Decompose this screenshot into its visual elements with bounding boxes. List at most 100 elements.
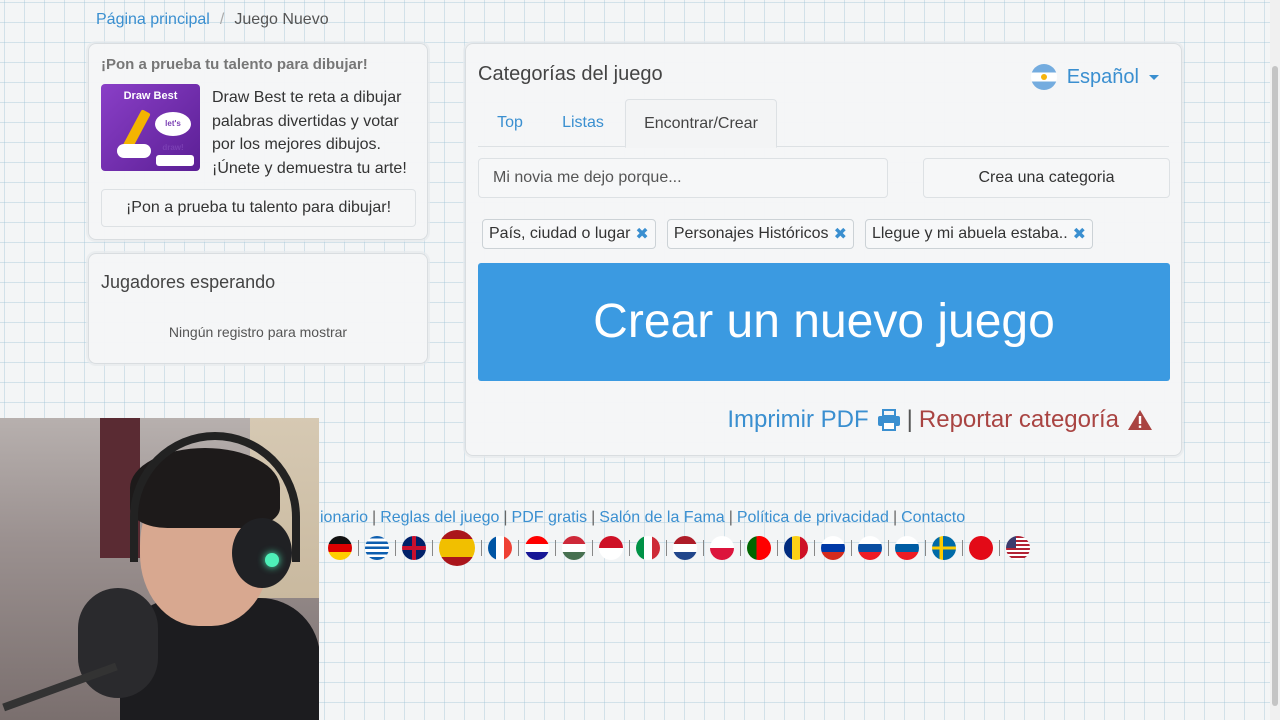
tab-top[interactable]: Top (478, 99, 542, 147)
flag-se-icon[interactable] (932, 536, 956, 560)
remove-icon[interactable]: ✖ (635, 224, 648, 244)
remove-icon[interactable]: ✖ (1073, 224, 1086, 244)
flag-gb-icon[interactable] (402, 536, 426, 560)
footer-link-rules[interactable]: Reglas del juego (380, 509, 499, 526)
flag-separator (962, 540, 963, 556)
flag-separator (592, 540, 593, 556)
flag-us-icon[interactable] (1006, 536, 1030, 560)
draw-best-logo-text: Draw Best (123, 90, 178, 102)
tab-encontrar-crear[interactable]: Encontrar/Crear (625, 99, 777, 148)
printer-icon (877, 409, 900, 431)
flag-pl-icon[interactable] (710, 536, 734, 560)
category-search-input[interactable] (478, 158, 888, 198)
flag-separator (518, 540, 519, 556)
category-tabs: Top Listas Encontrar/Crear (478, 99, 1169, 148)
players-title: Jugadores esperando (101, 272, 276, 292)
flag-hu-icon[interactable] (562, 536, 586, 560)
flag-separator (666, 540, 667, 556)
page-scrollbar[interactable] (1270, 0, 1280, 720)
microphone-icon (78, 588, 158, 698)
flag-separator (925, 540, 926, 556)
flag-separator (777, 540, 778, 556)
flag-it-icon[interactable] (636, 536, 660, 560)
flag-separator (888, 540, 889, 556)
promo-button[interactable]: ¡Pon a prueba tu talento para dibujar! (101, 189, 416, 227)
flag-nl-icon[interactable] (673, 536, 697, 560)
brand-badge (156, 155, 194, 166)
flag-separator (358, 540, 359, 556)
flag-separator (999, 540, 1000, 556)
footer-separator: | (503, 509, 508, 526)
promo-description: Draw Best te reta a dibujar palabras div… (212, 89, 407, 177)
flag-hr-icon[interactable] (525, 536, 549, 560)
flag-tr-icon[interactable] (969, 536, 993, 560)
flag-separator (555, 540, 556, 556)
flag-separator (395, 540, 396, 556)
speech-bubble: let's draw! (155, 112, 191, 152)
panel-title: Categorías del juego (478, 63, 663, 85)
footer-link-diccionario[interactable]: ionario (320, 509, 368, 526)
create-category-button[interactable]: Crea una categoria (923, 158, 1170, 198)
footer-separator: | (728, 509, 733, 526)
promo-title: ¡Pon a prueba tu talento para dibujar! (101, 56, 368, 73)
cloud-icon (117, 144, 151, 158)
players-waiting-panel: Jugadores esperando Ningún registro para… (88, 253, 428, 364)
footer-links: ionario | Reglas del juego | PDF gratis | Saló… (320, 509, 965, 527)
category-chip: Llegue y mi abuela estaba.. ✖ (864, 219, 1094, 249)
language-label: Español (1066, 65, 1139, 88)
flag-pt-icon[interactable] (747, 536, 771, 560)
report-category-label: Reportar categoría (918, 406, 1119, 433)
footer-separator: | (892, 509, 898, 526)
flag-si-icon[interactable] (895, 536, 919, 560)
footer-separator: | (591, 509, 596, 526)
flag-ro-icon[interactable] (784, 536, 808, 560)
promo-panel: ¡Pon a prueba tu talento para dibujar! D… (88, 43, 428, 240)
flag-separator (432, 540, 433, 556)
selected-categories: País, ciudad o lugar ✖ Personajes Histór… (482, 219, 1094, 249)
players-empty-message: Ningún registro para mostrar (168, 324, 348, 340)
language-selector[interactable]: Español (1030, 64, 1159, 90)
scrollbar-thumb[interactable] (1272, 66, 1278, 706)
report-category-link[interactable]: Reportar categoría (919, 406, 1153, 434)
flag-ru-icon[interactable] (821, 536, 845, 560)
create-game-button[interactable]: Crear un nuevo juego (478, 263, 1170, 381)
tab-listas[interactable]: Listas (542, 99, 624, 147)
footer-link-pdf[interactable]: PDF gratis (512, 509, 588, 526)
flag-id-icon[interactable] (599, 536, 623, 560)
draw-best-image[interactable]: Draw Best let's draw! (101, 84, 200, 171)
argentina-flag-icon (1030, 64, 1057, 90)
footer-link-contact[interactable]: Contacto (901, 509, 965, 526)
print-pdf-link[interactable]: Imprimir PDF (727, 406, 900, 434)
footer-separator: | (372, 509, 377, 526)
category-chip: Personajes Históricos ✖ (666, 219, 854, 249)
flag-es-icon[interactable] (439, 530, 475, 566)
footer-link-privacy[interactable]: Política de privacidad (737, 509, 889, 526)
flag-de-icon[interactable] (328, 536, 352, 560)
flag-separator (629, 540, 630, 556)
category-chip-label: Llegue y mi abuela estaba.. (871, 225, 1068, 242)
flag-separator (740, 540, 741, 556)
flag-fr-icon[interactable] (488, 536, 512, 560)
action-separator: | (906, 406, 913, 433)
flag-sk-icon[interactable] (858, 536, 882, 560)
category-chip-label: País, ciudad o lugar (489, 225, 631, 242)
flag-separator (703, 540, 704, 556)
print-pdf-label: Imprimir PDF (727, 406, 869, 433)
remove-icon[interactable]: ✖ (834, 224, 847, 244)
chevron-down-icon (1149, 74, 1159, 80)
breadcrumb: Página principal / Juego Nuevo (96, 11, 329, 29)
game-categories-panel: Categorías del juego Español Top Listas … (465, 43, 1182, 456)
warning-icon (1128, 410, 1152, 430)
breadcrumb-home-link[interactable]: Página principal (96, 11, 210, 29)
flag-gr-icon[interactable] (365, 536, 389, 560)
breadcrumb-separator: / (219, 11, 225, 28)
breadcrumb-current: Juego Nuevo (234, 11, 329, 28)
category-actions: Imprimir PDF | Reportar categoría (727, 406, 1153, 434)
footer-link-hall-of-fame[interactable]: Salón de la Fama (599, 509, 724, 526)
webcam-overlay (0, 418, 319, 720)
language-flags (322, 530, 1036, 566)
flag-separator (851, 540, 852, 556)
flag-separator (481, 540, 482, 556)
flag-separator (814, 540, 815, 556)
category-chip: País, ciudad o lugar ✖ (482, 219, 656, 249)
